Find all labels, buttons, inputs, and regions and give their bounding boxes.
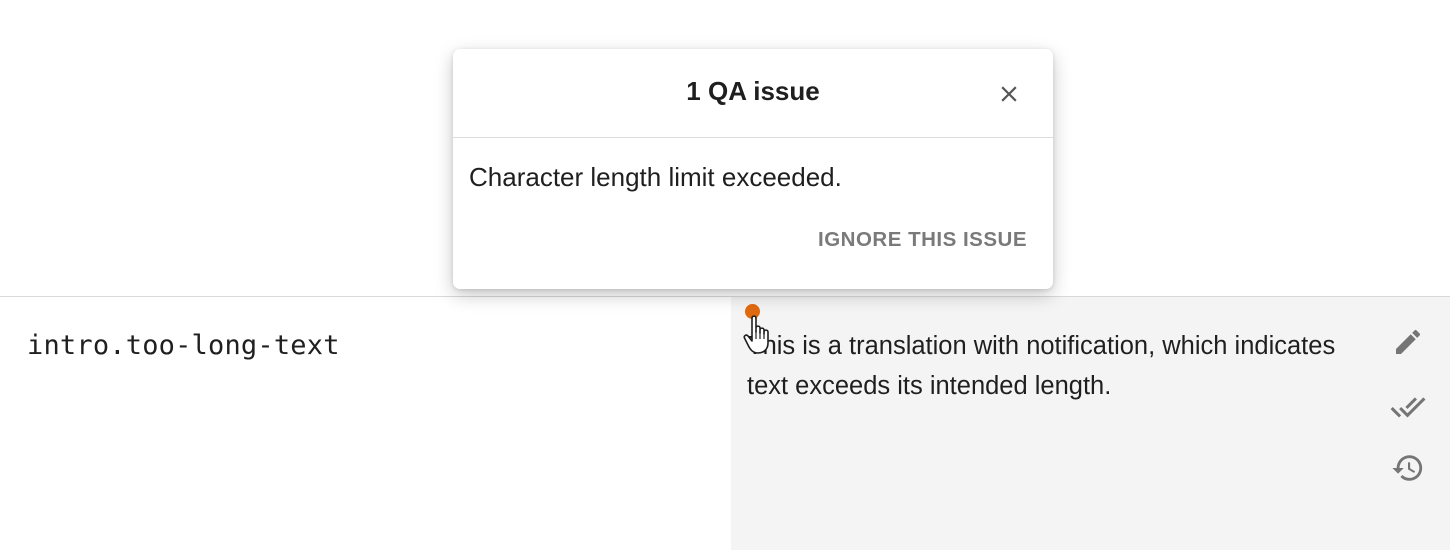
translation-key: intro.too-long-text (27, 330, 340, 361)
qa-issue-message: Character length limit exceeded. (469, 162, 842, 192)
double-check-icon (1390, 397, 1426, 418)
popup-header: 1 QA issue (453, 49, 1053, 138)
qa-issue-popup: 1 QA issue Character length limit exceed… (453, 49, 1053, 289)
approve-button[interactable] (1388, 387, 1428, 427)
popup-title: 1 QA issue (686, 76, 820, 106)
close-icon (1001, 86, 1017, 102)
history-button[interactable] (1388, 448, 1428, 488)
edit-button[interactable] (1388, 322, 1428, 362)
page: intro.too-long-text This is a translatio… (0, 0, 1450, 550)
hand-cursor-icon (743, 315, 769, 354)
history-icon (1392, 455, 1423, 481)
pencil-icon (1396, 329, 1421, 354)
close-button[interactable] (989, 74, 1029, 114)
translation-text[interactable]: This is a translation with notification,… (747, 326, 1347, 406)
ignore-issue-button[interactable]: IGNORE THIS ISSUE (818, 228, 1027, 252)
